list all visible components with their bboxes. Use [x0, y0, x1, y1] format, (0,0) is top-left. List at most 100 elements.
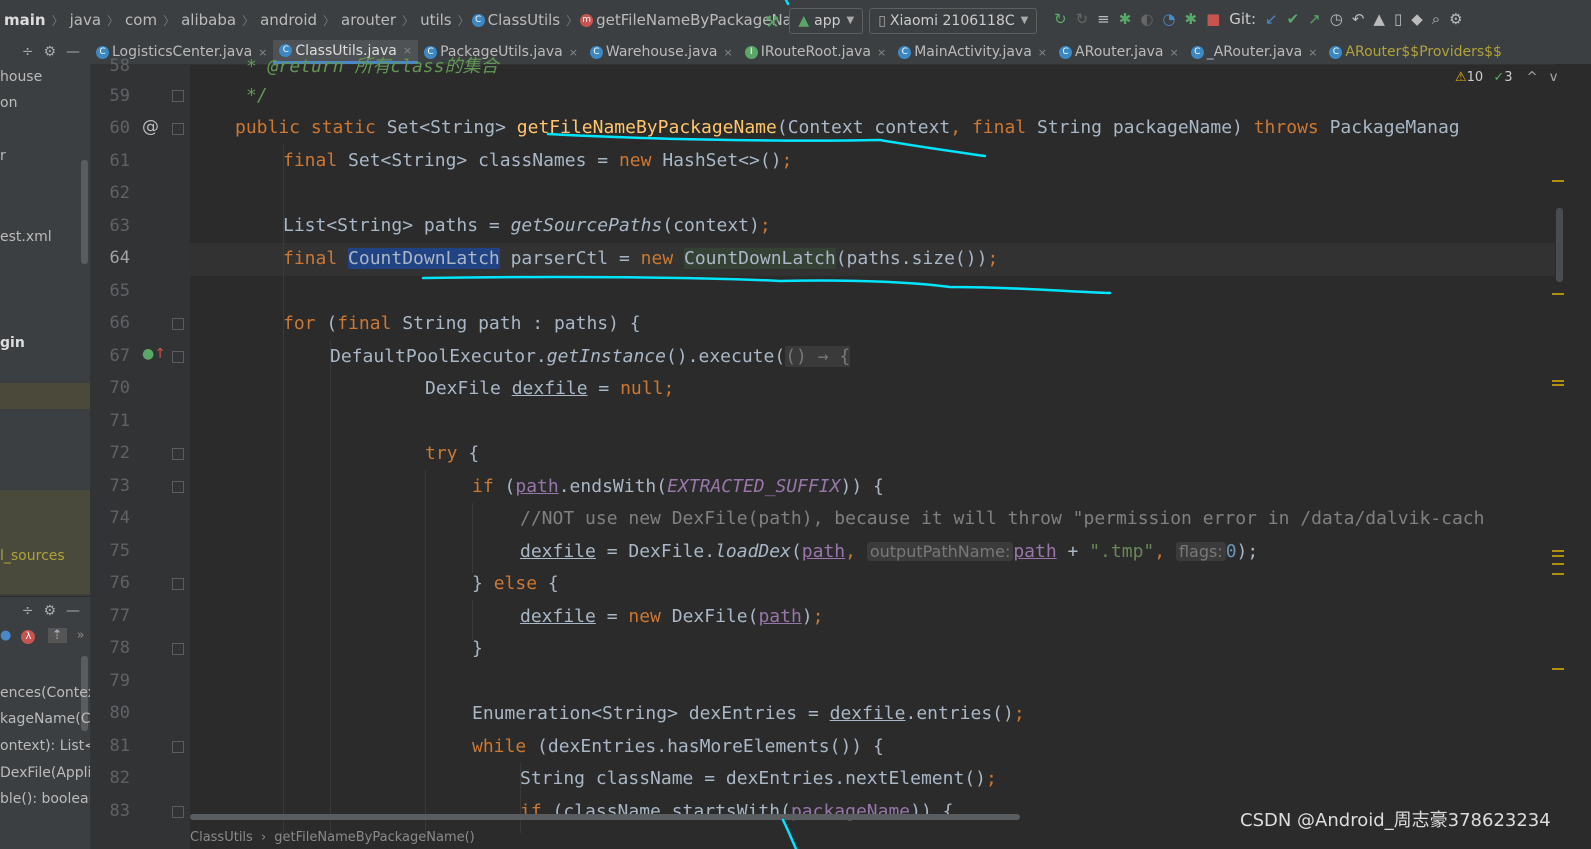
fold-marker-icon[interactable]	[172, 448, 184, 460]
structure-item[interactable]: kageName(Co	[0, 711, 90, 727]
breadcrumb-item[interactable]: ClassUtils	[190, 830, 253, 845]
tree-selection	[0, 383, 90, 409]
tab-arouter-providers[interactable]: C ARouter$$Providers$$	[1323, 40, 1508, 64]
more-icon[interactable]: »	[77, 628, 85, 643]
structure-item[interactable]: DexFile(Applic	[0, 765, 90, 781]
breadcrumb-item[interactable]: android	[256, 11, 321, 29]
close-icon[interactable]: ×	[1038, 46, 1047, 59]
rollback-icon[interactable]: ↶	[1352, 10, 1365, 28]
structure-filter-icon[interactable]: ●	[0, 628, 11, 643]
project-scrollbar[interactable]	[81, 160, 88, 264]
breadcrumb-item[interactable]: ClassUtils	[488, 11, 564, 29]
close-icon[interactable]: ×	[724, 46, 733, 59]
tree-item[interactable]: gin	[0, 335, 25, 351]
breadcrumb-item[interactable]: arouter	[337, 11, 400, 29]
hammer-icon[interactable]: ⚒	[765, 12, 779, 31]
git-commit-icon[interactable]: ✔	[1287, 10, 1300, 28]
implements-marker-icon[interactable]: ●↑	[142, 346, 166, 362]
fold-marker-icon[interactable]	[172, 578, 184, 590]
collapse-all-icon[interactable]: ÷	[22, 44, 34, 60]
device-select[interactable]: ▯ Xiaomi 2106118C ▼	[869, 8, 1038, 34]
tree-item[interactable]: est.xml	[0, 229, 52, 245]
history-icon[interactable]: ◷	[1330, 10, 1343, 28]
git-update-icon[interactable]: ↙	[1265, 10, 1278, 28]
tab-warehouse[interactable]: C Warehouse.java ×	[584, 40, 739, 64]
apply-changes-icon[interactable]: ↻	[1054, 10, 1067, 28]
app-inspection-icon[interactable]: ◆	[1411, 10, 1423, 28]
tab-arouter[interactable]: C ARouter.java ×	[1053, 40, 1185, 64]
tab-mainactivity[interactable]: C MainActivity.java ×	[892, 40, 1053, 64]
warning-marker[interactable]	[1552, 573, 1564, 575]
close-icon[interactable]: ×	[877, 46, 886, 59]
override-marker-icon[interactable]: @	[142, 117, 159, 137]
inspection-widget[interactable]: ⚠10 ✓3 ^ v	[1455, 70, 1557, 85]
code-token[interactable]: getFileNameByPackageName	[517, 117, 777, 138]
breadcrumb-item[interactable]: main	[0, 11, 50, 29]
selected-text[interactable]: CountDownLatch	[348, 248, 500, 269]
warning-marker[interactable]	[1552, 384, 1564, 386]
warning-marker[interactable]	[1552, 668, 1564, 670]
sdk-manager-icon[interactable]: ▲	[1373, 10, 1385, 28]
code-token: getInstance	[546, 346, 666, 367]
fold-marker-icon[interactable]	[172, 123, 184, 135]
breadcrumb-item[interactable]: com	[121, 11, 161, 29]
warning-marker[interactable]	[1552, 293, 1564, 295]
warning-marker[interactable]	[1552, 380, 1564, 382]
fold-marker-icon[interactable]	[172, 318, 184, 330]
close-icon[interactable]: ×	[1308, 46, 1317, 59]
lambda-icon[interactable]: λ	[21, 630, 36, 644]
fold-marker-icon[interactable]	[172, 741, 184, 753]
autoscroll-icon[interactable]: ⇡	[47, 628, 67, 643]
chevron-up-icon[interactable]: ^	[1527, 70, 1538, 85]
profile-icon[interactable]: ◔	[1162, 10, 1175, 28]
warning-marker[interactable]	[1552, 550, 1564, 552]
hide-icon[interactable]: —	[66, 603, 80, 619]
device-manager-icon[interactable]: ▯	[1394, 10, 1402, 28]
run-list-icon[interactable]: ≡	[1097, 10, 1110, 28]
tab-irouteroot[interactable]: I IRouteRoot.java ×	[739, 40, 893, 64]
fold-marker-icon[interactable]	[172, 643, 184, 655]
structure-item[interactable]: ontext): List<S	[0, 738, 90, 754]
tree-item[interactable]: house	[0, 69, 42, 85]
tree-item[interactable]: on	[0, 95, 17, 111]
tree-item[interactable]: l_sources	[0, 548, 65, 564]
fold-marker-icon[interactable]	[172, 481, 184, 493]
breadcrumb-item[interactable]: getFileNameByPackageName()	[274, 830, 474, 845]
stop-icon[interactable]: ■	[1206, 10, 1220, 28]
vertical-scrollbar[interactable]	[1556, 208, 1563, 282]
breadcrumb-item[interactable]: utils	[416, 11, 456, 29]
folded-lambda[interactable]: () → {	[785, 346, 851, 367]
tab-label: Warehouse.java	[605, 44, 718, 60]
gear-icon[interactable]: ⚙	[43, 44, 56, 60]
warning-marker[interactable]	[1552, 563, 1564, 565]
fold-marker-icon[interactable]	[172, 90, 184, 102]
fold-marker-icon[interactable]	[172, 806, 184, 818]
apply-code-changes-icon[interactable]: ↻	[1076, 10, 1089, 28]
attach-debugger-icon[interactable]: ✱	[1185, 10, 1198, 28]
close-icon[interactable]: ×	[1170, 46, 1179, 59]
breadcrumb-item[interactable]: alibaba	[177, 11, 240, 29]
gear-icon[interactable]: ⚙	[43, 603, 56, 619]
tree-item[interactable]: r	[0, 148, 6, 164]
warning-marker[interactable]	[1552, 180, 1564, 182]
debug-icon[interactable]: ✱	[1119, 10, 1132, 28]
coverage-icon[interactable]: ◐	[1140, 10, 1153, 28]
code-token: new	[628, 606, 672, 627]
run-config-select[interactable]: ▲ app ▼	[789, 8, 864, 34]
code-editor[interactable]	[190, 64, 1591, 849]
breadcrumb-item[interactable]: java	[66, 11, 105, 29]
sort-icon[interactable]: ÷	[22, 603, 34, 619]
chevron-down-icon[interactable]: v	[1550, 70, 1558, 85]
fold-marker-icon[interactable]	[172, 351, 184, 363]
code-token: ,	[950, 117, 972, 138]
warning-marker[interactable]	[1552, 555, 1564, 557]
hide-icon[interactable]: —	[66, 44, 80, 60]
structure-item[interactable]: ble(): boolean	[0, 791, 90, 807]
search-icon[interactable]: ⌕	[1432, 10, 1440, 28]
tab-arouter-internal[interactable]: C _ARouter.java ×	[1185, 40, 1324, 64]
settings-icon[interactable]: ⚙	[1449, 10, 1462, 28]
horizontal-scrollbar[interactable]	[190, 814, 1020, 820]
structure-item[interactable]: ences(Context	[0, 685, 90, 701]
close-icon[interactable]: ×	[569, 46, 578, 59]
git-push-icon[interactable]: ↗	[1308, 10, 1321, 28]
